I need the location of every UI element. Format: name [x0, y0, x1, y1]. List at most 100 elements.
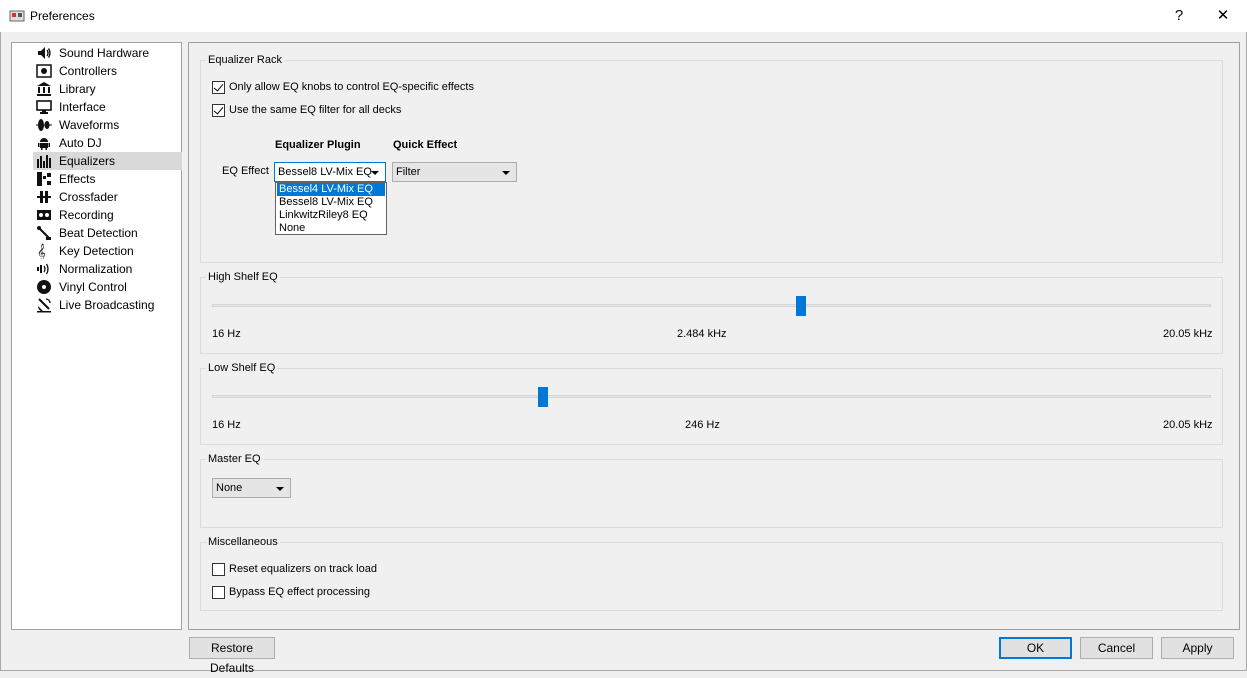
sidebar-item-normalization[interactable]: Normalization	[34, 260, 182, 278]
quick-effect-value: Filter	[396, 166, 421, 178]
low-shelf-slider-track[interactable]	[212, 395, 1211, 398]
preferences-sidebar: Sound Hardware Controllers Library Inter…	[11, 42, 182, 630]
equalizer-plugin-header: Equalizer Plugin	[275, 139, 361, 151]
sidebar-item-sound-hardware[interactable]: Sound Hardware	[34, 44, 182, 62]
sidebar-item-label: Controllers	[59, 64, 118, 78]
sidebar-item-label: Effects	[59, 172, 96, 186]
sidebar-item-label: Key Detection	[59, 244, 134, 258]
high-shelf-max-label: 20.05 kHz	[1163, 328, 1213, 340]
master-eq-group	[200, 459, 1223, 528]
master-eq-select[interactable]: None	[212, 478, 291, 498]
high-shelf-slider-handle[interactable]	[795, 296, 806, 316]
waveform-icon	[36, 119, 52, 131]
equalizer-plugin-select[interactable]: Bessel8 LV-Mix EQ	[274, 162, 386, 182]
sidebar-item-live-broadcasting[interactable]: Live Broadcasting	[34, 296, 182, 314]
sidebar-item-auto-dj[interactable]: Auto DJ	[34, 134, 182, 152]
monitor-icon	[36, 100, 52, 114]
speaker-icon	[38, 47, 51, 59]
sidebar-item-label: Equalizers	[59, 154, 116, 168]
title-bar: Preferences ? ✕	[0, 0, 1247, 32]
quick-effect-select[interactable]: Filter	[392, 162, 517, 182]
high-shelf-eq-group	[200, 277, 1223, 354]
ok-button[interactable]: OK	[999, 637, 1072, 659]
only-allow-eq-knobs-label: Only allow EQ knobs to control EQ-specif…	[229, 81, 474, 93]
sidebar-item-library[interactable]: Library	[34, 80, 182, 98]
apply-button[interactable]: Apply	[1161, 637, 1234, 659]
master-eq-value: None	[216, 482, 243, 494]
sidebar-item-equalizers[interactable]: Equalizers	[33, 152, 182, 170]
high-shelf-value-label: 2.484 kHz	[677, 328, 727, 340]
beat-detection-icon	[37, 226, 51, 240]
sidebar-item-label: Live Broadcasting	[59, 298, 155, 312]
bypass-eq-label: Bypass EQ effect processing	[229, 586, 371, 598]
dropdown-option-none[interactable]: None	[277, 222, 385, 235]
low-shelf-value-label: 246 Hz	[685, 419, 720, 431]
low-shelf-slider-handle[interactable]	[538, 387, 549, 407]
quick-effect-header: Quick Effect	[393, 139, 458, 151]
library-icon	[37, 82, 51, 96]
reset-equalizers-checkbox[interactable]	[212, 563, 225, 576]
dropdown-option-bessel8[interactable]: Bessel8 LV-Mix EQ	[277, 196, 385, 209]
sidebar-item-controllers[interactable]: Controllers	[34, 62, 182, 80]
miscellaneous-group	[200, 542, 1223, 611]
close-button[interactable]: ✕	[1200, 0, 1246, 32]
low-shelf-eq-group	[200, 368, 1223, 445]
crossfader-icon	[37, 191, 51, 203]
help-button[interactable]: ?	[1156, 0, 1202, 32]
high-shelf-min-label: 16 Hz	[212, 328, 241, 340]
low-shelf-min-label: 16 Hz	[212, 419, 241, 431]
effects-icon	[37, 172, 51, 186]
sidebar-item-interface[interactable]: Interface	[34, 98, 182, 116]
only-allow-eq-knobs-checkbox[interactable]	[212, 81, 225, 94]
reset-equalizers-label: Reset equalizers on track load	[229, 563, 377, 575]
sidebar-item-label: Waveforms	[59, 118, 120, 132]
sidebar-item-waveforms[interactable]: Waveforms	[34, 116, 182, 134]
key-detection-icon: 𝄞	[37, 243, 46, 259]
sidebar-item-recording[interactable]: Recording	[34, 206, 182, 224]
sidebar-item-effects[interactable]: Effects	[34, 170, 182, 188]
sidebar-item-label: Crossfader	[59, 190, 118, 204]
same-eq-filter-label: Use the same EQ filter for all decks	[229, 104, 402, 116]
high-shelf-slider-track[interactable]	[212, 304, 1211, 307]
controller-icon	[36, 64, 52, 78]
sidebar-item-vinyl-control[interactable]: Vinyl Control	[34, 278, 182, 296]
sidebar-item-key-detection[interactable]: 𝄞 Key Detection	[34, 242, 182, 260]
svg-text:𝄞: 𝄞	[37, 243, 46, 259]
sidebar-item-label: Auto DJ	[59, 136, 102, 150]
robot-icon	[38, 138, 50, 150]
vinyl-icon	[37, 280, 51, 294]
dropdown-option-bessel4[interactable]: Bessel4 LV-Mix EQ	[277, 183, 385, 196]
window-title: Preferences	[30, 9, 95, 23]
equalizer-plugin-value: Bessel8 LV-Mix EQ	[278, 166, 372, 178]
high-shelf-eq-title: High Shelf EQ	[206, 271, 280, 283]
dropdown-option-linkwitzriley8[interactable]: LinkwitzRiley8 EQ	[277, 209, 385, 222]
equalizer-plugin-dropdown-list: Bessel4 LV-Mix EQ Bessel8 LV-Mix EQ Link…	[275, 182, 387, 235]
miscellaneous-title: Miscellaneous	[206, 536, 280, 548]
low-shelf-eq-title: Low Shelf EQ	[206, 362, 278, 374]
sidebar-item-label: Recording	[59, 208, 114, 222]
same-eq-filter-checkbox[interactable]	[212, 104, 225, 117]
chevron-down-icon	[276, 487, 284, 491]
eq-effect-label: EQ Effect	[222, 165, 269, 177]
sidebar-item-label: Library	[59, 82, 96, 96]
sidebar-item-crossfader[interactable]: Crossfader	[34, 188, 182, 206]
sidebar-item-label: Vinyl Control	[59, 280, 127, 294]
recording-icon	[37, 210, 51, 220]
chevron-down-icon	[502, 171, 510, 175]
normalization-icon	[37, 263, 49, 275]
low-shelf-max-label: 20.05 kHz	[1163, 419, 1213, 431]
cancel-button[interactable]: Cancel	[1080, 637, 1153, 659]
sidebar-item-label: Interface	[59, 100, 106, 114]
sidebar-item-label: Sound Hardware	[59, 46, 150, 60]
sidebar-item-beat-detection[interactable]: Beat Detection	[34, 224, 182, 242]
chevron-down-icon	[371, 171, 379, 175]
restore-defaults-button[interactable]: Restore Defaults	[189, 637, 275, 675]
equalizer-icon	[37, 155, 51, 168]
bypass-eq-checkbox[interactable]	[212, 586, 225, 599]
mixxx-app-icon	[9, 10, 25, 22]
sidebar-item-label: Beat Detection	[59, 226, 138, 240]
sidebar-item-label: Normalization	[59, 262, 133, 276]
master-eq-title: Master EQ	[206, 453, 263, 465]
broadcast-icon	[37, 298, 51, 313]
equalizer-rack-title: Equalizer Rack	[206, 54, 284, 66]
